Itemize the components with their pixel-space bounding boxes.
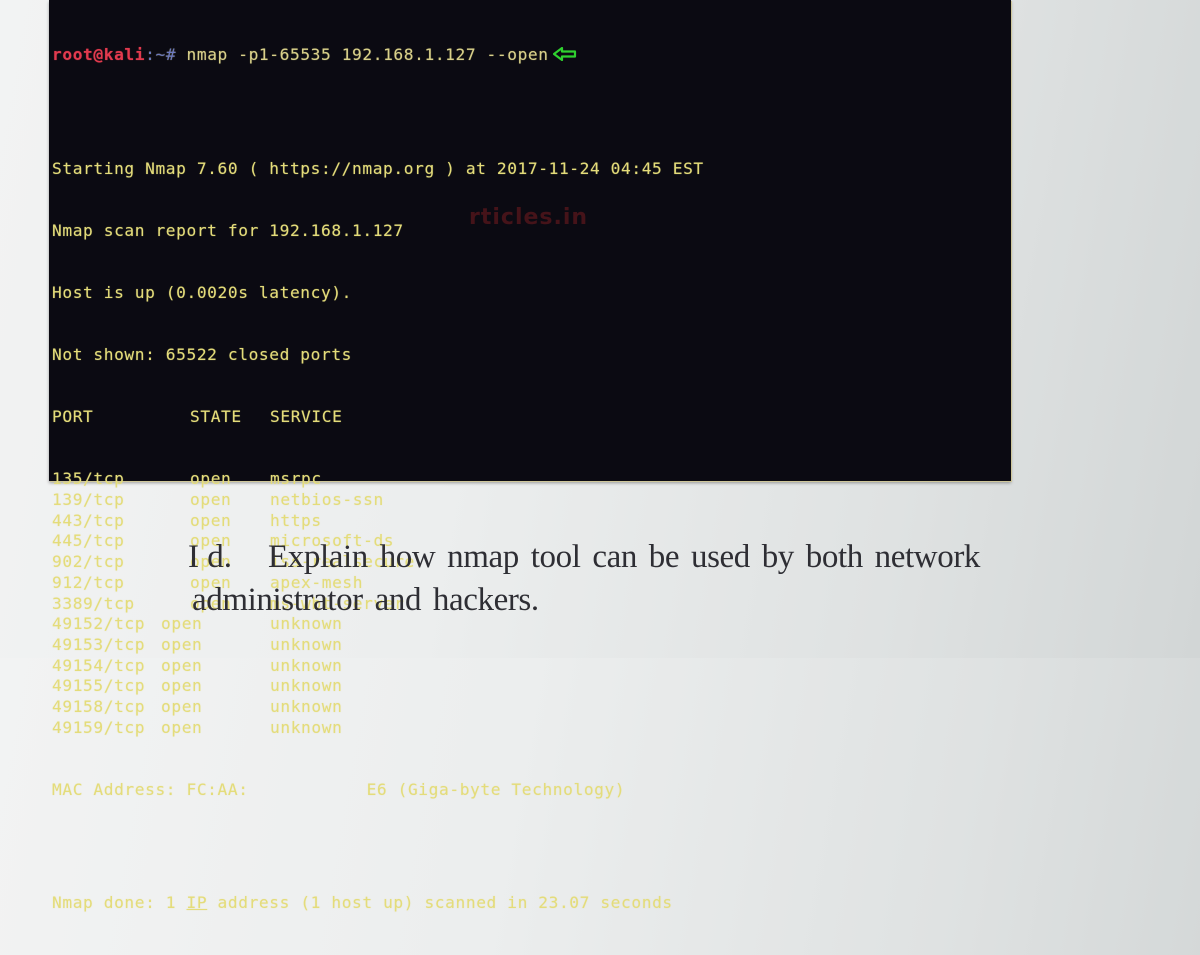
service-cell: unknown [270,655,343,675]
service-cell: unknown [270,717,343,737]
done-text-pre: Nmap done: 1 [52,893,187,913]
state-cell: open [161,717,203,737]
service-cell: unknown [270,696,343,716]
service-cell: msrpc [270,469,322,489]
state-cell: open [190,510,232,530]
mac-vendor: E6 (Giga-byte Technology) [366,779,626,799]
port-cell: 445/tcp [52,531,125,551]
text-cursor: IP [186,893,208,913]
nmap-done-line: Nmap done: 1 IP address (1 host up) scan… [52,893,1011,914]
port-cell: 139/tcp [52,490,125,510]
port-cell: 49158/tcp [52,696,146,716]
question-number: I d. [188,539,232,575]
port-cell: 49155/tcp [52,676,146,696]
port-cell: 912/tcp [52,572,125,592]
port-cell: 49153/tcp [52,634,146,654]
command-line: root@kali:~# nmap -p1-65535 192.168.1.12… [52,45,1011,66]
port-row: 49159/tcp open unknown [52,718,1011,739]
state-cell: open [161,676,203,696]
terminal-window[interactable]: rticles.in root@kali:~# nmap -p1-65535 1… [49,0,1011,912]
state-cell: open [190,469,232,489]
port-cell: 49152/tcp [52,614,146,634]
port-row: 49154/tcp open unknown [52,656,1011,677]
scan-report-line: Nmap scan report for 192.168.1.127 [52,221,404,240]
not-shown-line: Not shown: 65522 closed ports [52,345,353,365]
command-text: nmap -p1-65535 192.168.1.127 --open [176,45,549,65]
mac-address-line: MAC Address: FC:AA: E6 (Giga-byte Technol… [52,780,1011,801]
terminal-output: root@kali:~# nmap -p1-65535 192.168.1.12… [52,4,1011,955]
port-cell: 135/tcp [52,469,125,489]
port-cell: 443/tcp [52,510,125,530]
service-cell: unknown [270,634,343,654]
green-left-arrow-icon [552,46,577,62]
port-cell: 49154/tcp [52,655,146,675]
state-cell: open [161,696,203,716]
done-text-post: address (1 host up) scanned in 23.07 sec… [207,893,673,913]
question-text: Explain how nmap tool can be used by bot… [192,536,981,622]
column-state: STATE [190,407,242,427]
service-cell: unknown [270,676,343,696]
port-row: 49153/tcp open unknown [52,635,1011,656]
question-line-2: administrator and hackers. [192,582,539,618]
column-port: PORT [52,407,94,427]
port-row: 443/tcp open https [52,511,1011,532]
port-row: 49158/tcp open unknown [52,697,1011,718]
mac-address-label: MAC Address: FC:AA: [52,779,249,799]
starting-line: Starting Nmap 7.60 ( https://nmap.org ) … [52,158,704,178]
service-cell: https [270,510,322,530]
state-cell: open [161,655,203,675]
port-row: 135/tcp open msrpc [52,469,1011,490]
port-row: 49155/tcp open unknown [52,676,1011,697]
prompt-user-host: root@kali [52,45,146,65]
host-up-line: Host is up (0.0020s latency). [52,283,353,303]
prompt-separator: :~# [145,45,177,65]
port-cell: 3389/tcp [52,593,135,613]
port-row: 139/tcp open netbios-ssn [52,490,1011,511]
port-cell: 902/tcp [52,552,125,572]
state-cell: open [190,490,232,510]
table-header: PORT STATE SERVICE [52,407,1011,428]
question-line-1: Explain how nmap tool can be used by bot… [268,539,981,575]
state-cell: open [161,634,203,654]
port-cell: 49159/tcp [52,717,146,737]
service-cell: netbios-ssn [270,490,384,510]
column-service: SERVICE [270,407,343,427]
